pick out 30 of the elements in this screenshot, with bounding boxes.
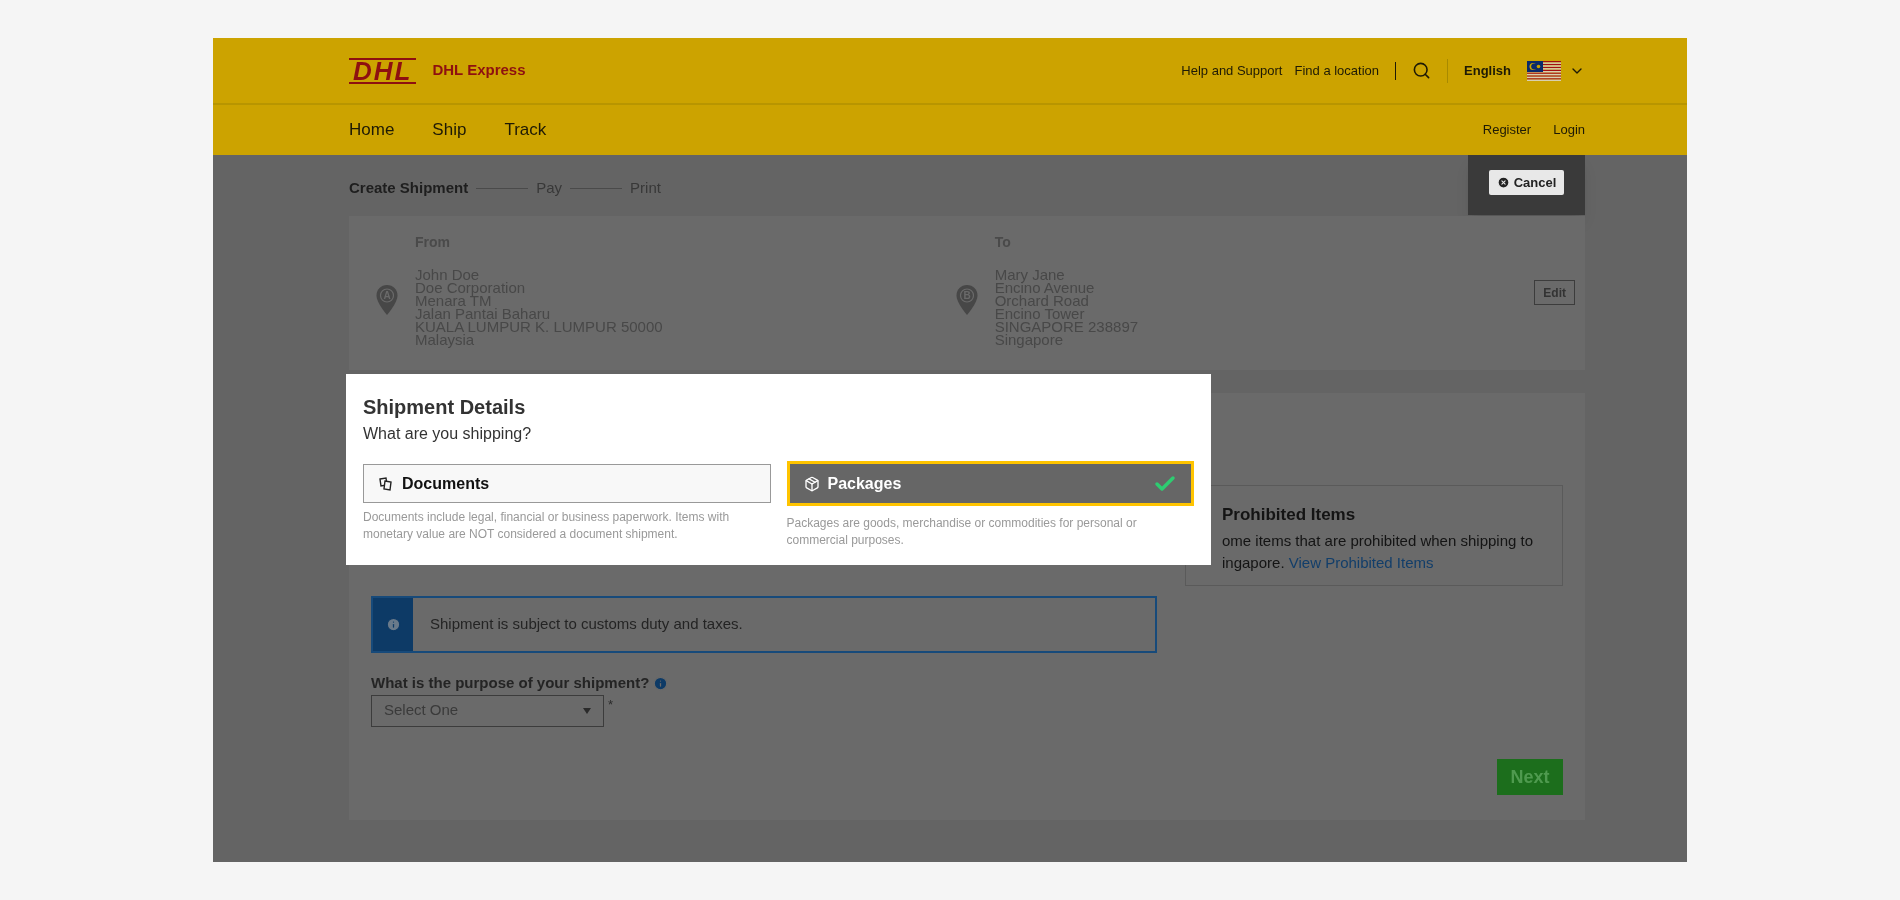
header-link[interactable]: Find a location: [1294, 60, 1380, 81]
notice-text: Shipment is subject to customs duty and taxes.: [429, 614, 743, 635]
close-icon: [1496, 176, 1510, 189]
option-description: Documents include legal, financial or business paperwork. Items with monetary value are NOT considered a document shipment.: [363, 509, 731, 543]
dialog-title: Shipment Details: [363, 395, 527, 420]
shipment-type-option[interactable]: Packages: [786, 461, 1194, 506]
info-icon: [385, 617, 401, 632]
nav-link[interactable]: Track: [504, 117, 547, 143]
language-label[interactable]: English: [1464, 60, 1511, 81]
cancel-button[interactable]: Cancel: [1488, 170, 1565, 195]
option-description: Packages are goods, merchandise or commodities for personal or commercial purposes.: [786, 515, 1138, 549]
nav-link[interactable]: Home: [349, 117, 395, 143]
documents-icon: [378, 475, 394, 492]
caret-icon: [583, 707, 591, 714]
account-link[interactable]: Login: [1553, 120, 1585, 140]
prohibited-text: ome items that are prohibited when shipping to ingapore. View Prohibited Items: [1222, 530, 1534, 573]
package-icon: [803, 475, 820, 492]
flag-icon[interactable]: [1527, 60, 1561, 81]
shipment-type-option[interactable]: Documents: [363, 464, 771, 503]
header-link[interactable]: Help and Support: [1181, 60, 1283, 81]
purpose-label: What is the purpose of your shipment?: [371, 673, 650, 693]
brand-name: DHL Express: [432, 60, 526, 81]
account-link[interactable]: Register: [1482, 120, 1532, 140]
prohibited-title: Prohibited Items: [1222, 504, 1357, 526]
search-icon[interactable]: [1412, 61, 1432, 80]
dialog-subtitle: What are you shipping?: [363, 424, 533, 444]
logo[interactable]: DHL: [349, 57, 417, 84]
step-label: Create Shipment: [349, 178, 469, 198]
required-mark: *: [608, 695, 614, 714]
nav-link[interactable]: Ship: [432, 117, 467, 143]
